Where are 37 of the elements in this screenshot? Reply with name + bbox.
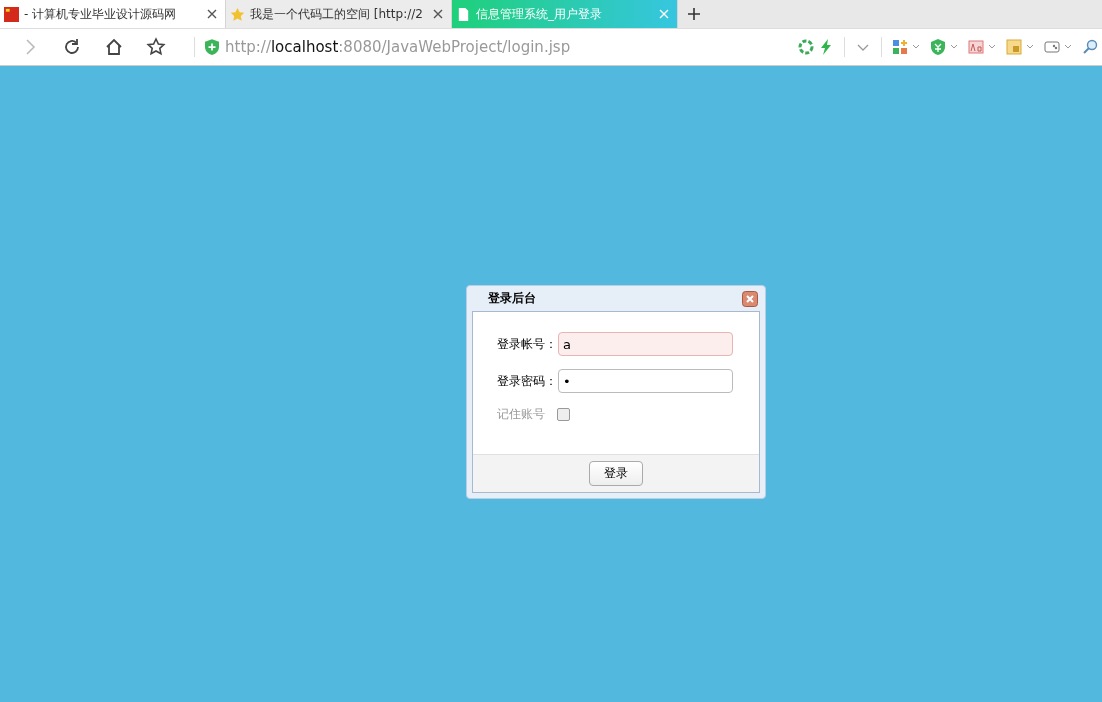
chevron-down-icon[interactable]	[1064, 43, 1072, 51]
new-tab-icon[interactable]	[688, 8, 700, 20]
login-button[interactable]: 登录	[589, 461, 643, 486]
gamepad-icon[interactable]	[1044, 39, 1060, 55]
chevron-down-icon[interactable]	[950, 43, 958, 51]
picture-frame-icon[interactable]	[1006, 39, 1022, 55]
close-icon[interactable]	[207, 9, 217, 19]
tab-title: - 计算机专业毕业设计源码网	[24, 5, 178, 23]
field-label: 登录帐号：	[497, 335, 558, 353]
chevron-down-icon[interactable]	[988, 43, 996, 51]
tab-title: 信息管理系统_用户登录	[476, 5, 603, 23]
chevron-down-icon[interactable]	[1026, 43, 1034, 51]
dialog-title: 登录后台	[488, 290, 536, 307]
reload-icon[interactable]	[62, 37, 82, 57]
remember-checkbox[interactable]	[557, 408, 570, 421]
close-icon[interactable]	[433, 9, 443, 19]
field-label: 登录密码：	[497, 372, 558, 390]
input-field[interactable]: a	[558, 332, 733, 356]
apps-grid-icon[interactable]	[892, 39, 908, 55]
browser-tab[interactable]: - 计算机专业毕业设计源码网	[0, 0, 226, 28]
tab-title: 我是一个代码工的空间 [http://2	[250, 5, 424, 23]
search-icon[interactable]	[1082, 39, 1098, 55]
bookmark-star-icon[interactable]	[146, 37, 166, 57]
browser-tab[interactable]: 我是一个代码工的空间 [http://2	[226, 0, 452, 28]
remember-label: 记住账号	[497, 406, 545, 423]
home-icon[interactable]	[104, 37, 124, 57]
yen-shield-icon[interactable]	[930, 39, 946, 55]
lightning-icon[interactable]	[818, 39, 834, 55]
font-box-icon[interactable]	[968, 39, 984, 55]
chevron-down-icon[interactable]	[912, 43, 920, 51]
page-icon	[456, 6, 471, 22]
flag-icon	[4, 6, 19, 22]
input-field[interactable]: •	[558, 369, 733, 393]
shield-icon	[205, 39, 219, 55]
aperture-icon[interactable]	[798, 39, 814, 55]
star-icon	[230, 6, 245, 22]
close-icon[interactable]	[742, 290, 758, 307]
